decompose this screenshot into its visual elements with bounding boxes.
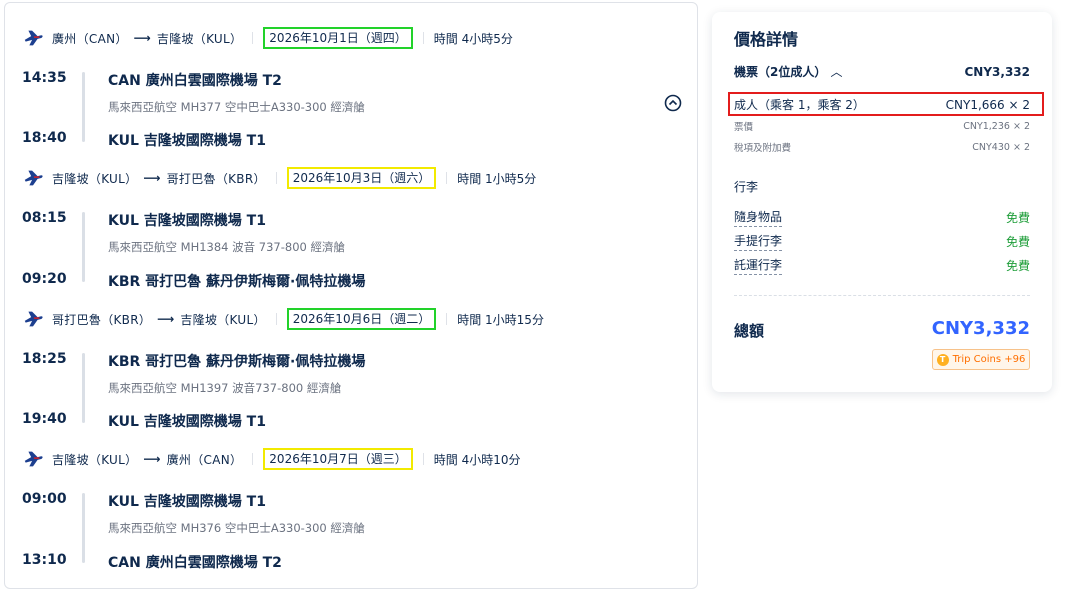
separator [275, 313, 277, 325]
arrow-icon: ⟶ [143, 171, 161, 185]
baggage-heading-row: 行李 [734, 178, 1030, 195]
departure-airport: KUL 吉隆坡國際機場 T1 [108, 494, 266, 510]
flight-info: 馬來西亞航空 MH1397 波音737-800 經濟艙 [108, 381, 342, 395]
chevron-up-circle-icon[interactable] [664, 94, 682, 112]
timeline-line [82, 353, 85, 423]
segment-date: 2026年10月7日（週三） [263, 448, 413, 470]
tax-label: 稅項及附加費 [734, 143, 792, 154]
adult-row: 成人（乘客 1，乘客 2） CNY1,666 × 2 [734, 96, 1030, 113]
baggage-row[interactable]: 託運行李 免費 [734, 256, 1030, 275]
departure-airport: KBR 哥打巴魯 蘇丹伊斯梅爾·佩特拉機場 [108, 354, 366, 370]
price-title: 價格詳情 [734, 30, 799, 49]
arrival-airport: CAN 廣州白雲國際機場 T2 [108, 555, 282, 571]
route-from: 廣州（CAN） [52, 31, 128, 46]
ticket-label: 機票（2位成人） ︿ [734, 63, 843, 80]
segment-duration: 時間 1小時5分 [457, 171, 537, 186]
route-to: 吉隆坡（KUL） [180, 312, 266, 327]
baggage-personal-label[interactable]: 隨身物品 [734, 208, 783, 227]
timeline-line [82, 212, 85, 282]
flight-info: 馬來西亞航空 MH377 空中巴士A330-300 經濟艙 [108, 100, 365, 114]
route-from: 哥打巴魯（KBR） [52, 312, 152, 327]
flight-info: 馬來西亞航空 MH376 空中巴士A330-300 經濟艙 [108, 521, 365, 535]
total-label: 總額 [734, 322, 765, 340]
departure-time: 18:25 [22, 351, 67, 367]
arrival-time: 18:40 [22, 130, 67, 146]
chevron-up-icon: ︿ [830, 65, 843, 79]
baggage-checked-label[interactable]: 託運行李 [734, 256, 783, 275]
ticket-label-text: 機票（2位成人） [734, 65, 827, 79]
segment-header: 哥打巴魯（KBR） ⟶ 吉隆坡（KUL） 2026年10月6日（週二） 時間 1… [22, 306, 544, 332]
baggage-personal-value: 免費 [1005, 211, 1030, 225]
departure-airport: CAN 廣州白雲國際機場 T2 [108, 73, 282, 89]
baggage-row[interactable]: 隨身物品 免費 [734, 208, 1030, 227]
baggage-carryon-label[interactable]: 手提行李 [734, 232, 783, 251]
arrival-time: 13:10 [22, 552, 67, 568]
arrival-airport: KBR 哥打巴魯 蘇丹伊斯梅爾·佩特拉機場 [108, 274, 366, 290]
arrival-airport: KUL 吉隆坡國際機場 T1 [108, 414, 266, 430]
coin-icon: T [936, 353, 949, 366]
baggage-row[interactable]: 手提行李 免費 [734, 232, 1030, 251]
ticket-row[interactable]: 機票（2位成人） ︿ CNY3,332 [734, 63, 1030, 80]
route-to: 廣州（CAN） [166, 452, 243, 467]
divider [734, 295, 1030, 296]
arrival-time: 19:40 [22, 411, 67, 427]
separator [252, 32, 254, 44]
segment-header: 吉隆坡（KUL） ⟶ 廣州（CAN） 2026年10月7日（週三） 時間 4小時… [22, 446, 520, 472]
departure-time: 09:00 [22, 491, 67, 507]
tax-value: CNY430 × 2 [972, 141, 1030, 153]
arrow-icon: ⟶ [143, 452, 161, 466]
separator [422, 32, 424, 44]
segment-header: 吉隆坡（KUL） ⟶ 哥打巴魯（KBR） 2026年10月3日（週六） 時間 1… [22, 165, 536, 191]
departure-time: 08:15 [22, 210, 67, 226]
baggage-title: 行李 [734, 180, 759, 194]
timeline-line [82, 72, 85, 142]
baggage-checked-value: 免費 [1005, 259, 1030, 273]
fare-label: 票價 [734, 122, 754, 133]
segment-duration: 時間 1小時15分 [457, 312, 544, 327]
departure-time: 14:35 [22, 70, 67, 86]
baggage-carryon-value: 免費 [1005, 235, 1030, 249]
separator [275, 172, 277, 184]
arrow-icon: ⟶ [133, 31, 151, 45]
adult-label: 成人（乘客 1，乘客 2） [734, 98, 865, 112]
separator [422, 453, 424, 465]
route-to: 吉隆坡（KUL） [156, 31, 243, 46]
airline-logo-icon [24, 311, 43, 327]
route-from: 吉隆坡（KUL） [52, 171, 138, 186]
segment-date: 2026年10月6日（週二） [286, 308, 437, 330]
route-from: 吉隆坡（KUL） [52, 452, 138, 467]
airline-logo-icon [24, 30, 43, 46]
airline-logo-icon [24, 451, 43, 467]
separator [446, 172, 448, 184]
segment-date: 2026年10月1日（週四） [263, 27, 413, 49]
airline-logo-icon [24, 170, 43, 186]
arrival-time: 09:20 [22, 271, 67, 287]
ticket-value: CNY3,332 [964, 64, 1031, 79]
route-to: 哥打巴魯（KBR） [166, 171, 266, 186]
fare-row: 票價 CNY1,236 × 2 [734, 119, 1030, 134]
fare-value: CNY1,236 × 2 [963, 120, 1030, 132]
separator [252, 453, 254, 465]
adult-value: CNY1,666 × 2 [945, 97, 1030, 112]
total-value: CNY3,332 [931, 318, 1030, 339]
departure-airport: KUL 吉隆坡國際機場 T1 [108, 213, 266, 229]
arrival-airport: KUL 吉隆坡國際機場 T1 [108, 133, 266, 149]
separator [446, 313, 448, 325]
trip-coins-badge[interactable]: T Trip Coins +96 [932, 349, 1030, 370]
flight-info: 馬來西亞航空 MH1384 波音 737-800 經濟艙 [108, 240, 346, 254]
segment-header: 廣州（CAN） ⟶ 吉隆坡（KUL） 2026年10月1日（週四） 時間 4小時… [22, 25, 513, 51]
segment-date: 2026年10月3日（週六） [286, 167, 437, 189]
segment-duration: 時間 4小時10分 [433, 452, 521, 467]
segment-duration: 時間 4小時5分 [433, 31, 513, 46]
arrow-icon: ⟶ [157, 312, 175, 326]
tax-row: 稅項及附加費 CNY430 × 2 [734, 140, 1030, 155]
trip-coins-text: Trip Coins +96 [952, 354, 1026, 365]
timeline-line [82, 493, 85, 563]
